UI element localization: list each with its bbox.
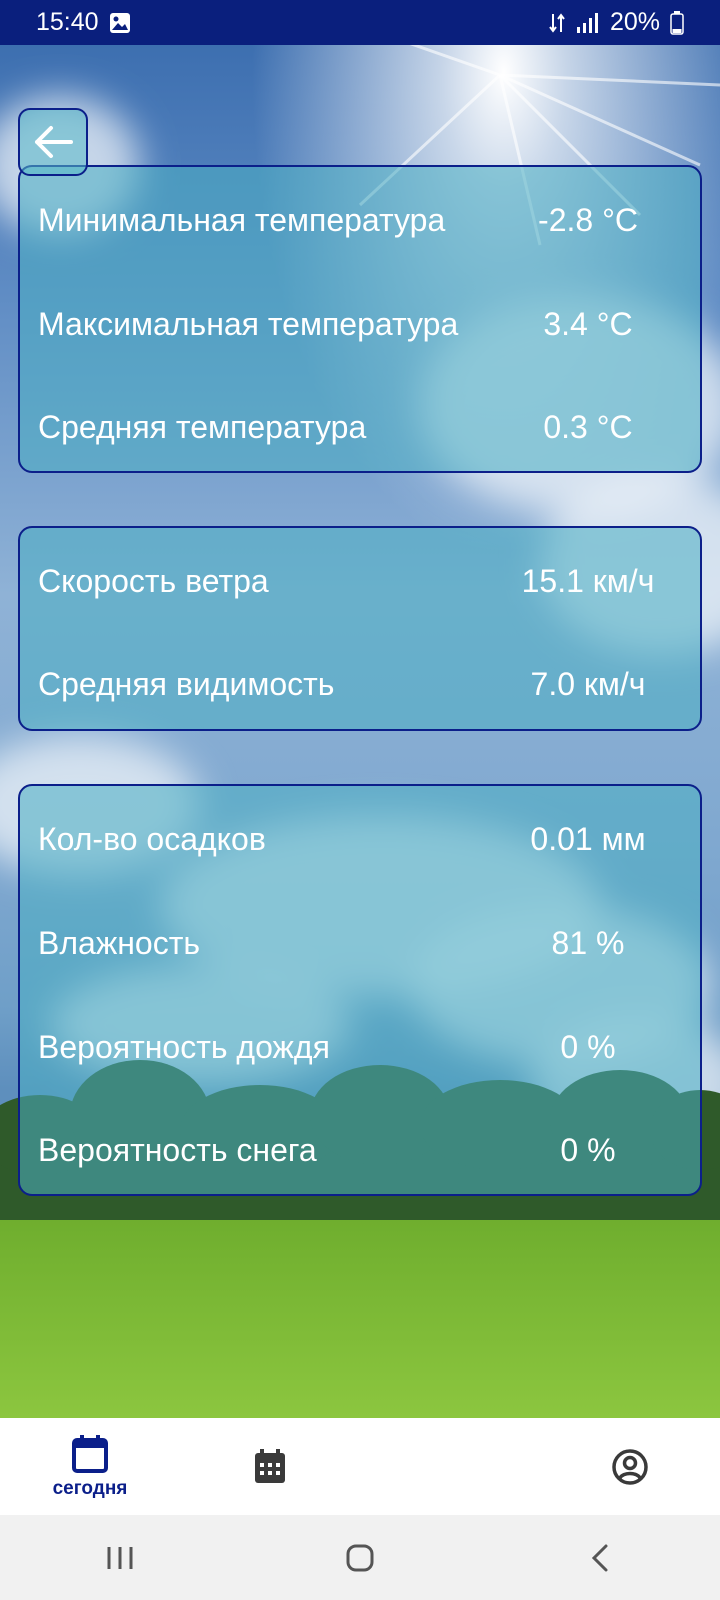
calendar-today-icon <box>72 1434 108 1473</box>
nav-account[interactable] <box>540 1418 720 1515</box>
avg-temperature-label: Средняя температура <box>38 409 367 445</box>
humidity-row: Влажность 81 % <box>20 918 700 968</box>
nav-today[interactable]: сегодня <box>0 1418 180 1515</box>
moon-icon <box>445 1449 462 1484</box>
back-button[interactable] <box>18 108 88 176</box>
home-icon <box>346 1544 374 1571</box>
max-temperature-value: 3.4 °C <box>543 306 633 342</box>
max-temperature-row: Максимальная температура 3.4 °C <box>20 299 700 349</box>
home-button[interactable] <box>320 1528 400 1588</box>
max-temperature-label: Максимальная температура <box>38 306 459 342</box>
humidity-label: Влажность <box>38 925 201 961</box>
wind-speed-row: Скорость ветра 15.1 км/ч <box>20 556 700 606</box>
system-navigation-bar <box>0 1515 720 1600</box>
humidity-value: 81 % <box>551 925 625 961</box>
recents-button[interactable] <box>80 1528 160 1588</box>
precipitation-card: Кол-во осадков 0.01 мм Влажность 81 % Ве… <box>18 784 702 1196</box>
gallery-icon <box>109 12 131 34</box>
nav-moon[interactable] <box>360 1418 540 1515</box>
status-right: 20% <box>548 8 684 37</box>
precip-amount-label: Кол-во осадков <box>38 821 266 857</box>
battery-percent: 20% <box>609 8 660 36</box>
signal-icon <box>576 12 600 34</box>
arrow-left-icon <box>35 126 73 158</box>
nav-month[interactable] <box>180 1418 360 1515</box>
system-back-button[interactable] <box>560 1528 640 1588</box>
calendar-month-icon <box>255 1448 285 1483</box>
visibility-row: Средняя видимость 7.0 км/ч <box>20 659 700 709</box>
rain-chance-value: 0 % <box>560 1029 616 1065</box>
recents-icon <box>107 1546 133 1569</box>
status-bar: 15:40 20% <box>0 0 720 45</box>
avg-temperature-value: 0.3 °C <box>543 409 633 445</box>
data-arrows-icon <box>548 12 566 34</box>
visibility-value: 7.0 км/ч <box>530 666 646 702</box>
min-temperature-row: Минимальная температура -2.8 °C <box>20 195 700 245</box>
wind-card: Скорость ветра 15.1 км/ч Средняя видимос… <box>18 526 702 731</box>
bottom-navigation: сегодня <box>0 1418 720 1515</box>
weather-background: Минимальная температура -2.8 °C Максимал… <box>0 45 720 1418</box>
nav-today-label: сегодня <box>52 1477 128 1499</box>
avg-temperature-row: Средняя температура 0.3 °C <box>20 402 700 452</box>
status-time: 15:40 <box>36 8 99 36</box>
temperature-card: Минимальная температура -2.8 °C Максимал… <box>18 165 702 473</box>
visibility-label: Средняя видимость <box>38 666 335 702</box>
snow-chance-row: Вероятность снега 0 % <box>20 1125 700 1175</box>
precip-amount-row: Кол-во осадков 0.01 мм <box>20 814 700 864</box>
snow-chance-label: Вероятность снега <box>38 1132 317 1168</box>
snow-chance-value: 0 % <box>560 1132 616 1168</box>
wind-speed-value: 15.1 км/ч <box>521 563 655 599</box>
status-left: 15:40 <box>36 8 131 37</box>
battery-icon <box>670 10 684 35</box>
back-icon <box>591 1544 608 1571</box>
rain-chance-label: Вероятность дождя <box>38 1029 330 1065</box>
min-temperature-label: Минимальная температура <box>38 202 446 238</box>
rain-chance-row: Вероятность дождя 0 % <box>20 1022 700 1072</box>
account-icon <box>612 1448 648 1485</box>
wind-speed-label: Скорость ветра <box>38 563 269 599</box>
min-temperature-value: -2.8 °C <box>538 202 638 238</box>
precip-amount-value: 0.01 мм <box>530 821 646 857</box>
